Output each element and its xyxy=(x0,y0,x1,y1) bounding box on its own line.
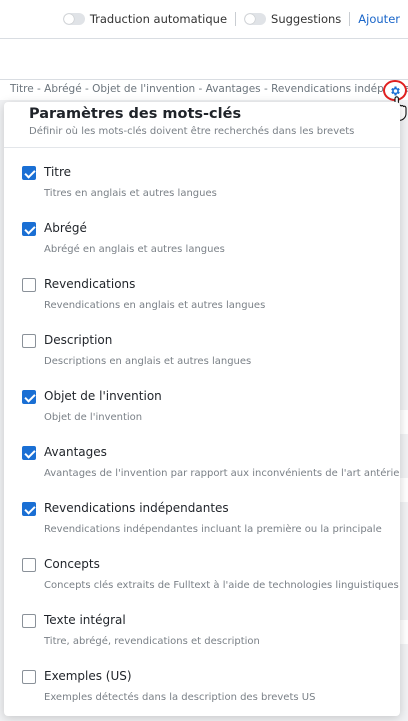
panel-subtitle: Définir où les mots-clés doivent être re… xyxy=(29,126,355,137)
option-label: Abrégé xyxy=(44,221,87,235)
divider xyxy=(235,12,237,26)
keyword-settings-panel: Paramètres des mots-clés Définir où les … xyxy=(4,102,400,716)
option-label: Description xyxy=(44,333,113,347)
option-advantages[interactable]: Avantages Avantages de l'invention par r… xyxy=(4,442,400,498)
option-description: Revendications en anglais et autres lang… xyxy=(44,300,266,311)
option-concepts[interactable]: Concepts Concepts clés extraits de Fullt… xyxy=(4,554,400,610)
option-label: Exemples (US) xyxy=(44,669,132,683)
option-claims[interactable]: Revendications Revendications en anglais… xyxy=(4,274,400,330)
checkbox[interactable] xyxy=(22,614,36,628)
suggestions-switch[interactable] xyxy=(244,13,267,25)
option-description: Descriptions en anglais et autres langue… xyxy=(44,356,252,367)
option-description: Titres en anglais et autres langues xyxy=(44,188,217,199)
checkbox[interactable] xyxy=(22,446,36,460)
option-label: Revendications indépendantes xyxy=(44,501,229,515)
option-title[interactable]: Titre Titres en anglais et autres langue… xyxy=(4,162,400,218)
option-description: Avantages de l'invention par rapport aux… xyxy=(44,468,400,479)
search-options-bar: Traduction automatique Suggestions Ajout… xyxy=(0,0,408,38)
option-examples-us[interactable]: Exemples (US) Exemples détectés dans la … xyxy=(4,666,400,716)
keyword-fields-summary: Titre - Abrégé - Objet de l'invention - … xyxy=(0,80,408,100)
translation-switch[interactable] xyxy=(62,13,85,25)
option-description: Titre, abrégé, revendications et descrip… xyxy=(44,636,260,647)
field-options-list: Titre Titres en anglais et autres langue… xyxy=(4,148,400,716)
checkbox[interactable] xyxy=(22,334,36,348)
checkbox[interactable] xyxy=(22,390,36,404)
checkbox[interactable] xyxy=(22,670,36,684)
option-object-of-invention[interactable]: Objet de l'invention Objet de l'inventio… xyxy=(4,386,400,442)
option-label: Titre xyxy=(44,165,72,179)
option-label: Avantages xyxy=(44,445,107,459)
suggestions-toggle[interactable]: Suggestions xyxy=(244,12,341,26)
panel-header: Paramètres des mots-clés Définir où les … xyxy=(4,102,400,148)
option-label: Texte intégral xyxy=(44,613,126,627)
panel-title: Paramètres des mots-clés xyxy=(29,106,242,122)
keyword-settings-screen: Traduction automatique Suggestions Ajout… xyxy=(0,0,408,721)
add-link[interactable]: Ajouter xyxy=(358,12,400,26)
checkbox[interactable] xyxy=(22,502,36,516)
translation-toggle-label: Traduction automatique xyxy=(89,12,228,26)
option-label: Objet de l'invention xyxy=(44,389,162,403)
option-abstract[interactable]: Abrégé Abrégé en anglais et autres langu… xyxy=(4,218,400,274)
option-description: Abrégé en anglais et autres langues xyxy=(44,244,225,255)
gear-icon xyxy=(391,86,400,95)
option-description: Objet de l'invention xyxy=(44,412,143,423)
checkbox[interactable] xyxy=(22,558,36,572)
option-description: Concepts clés extraits de Fulltext à l'a… xyxy=(44,580,399,591)
translation-toggle[interactable]: Traduction automatique xyxy=(62,12,228,26)
checkbox[interactable] xyxy=(22,278,36,292)
option-label: Revendications xyxy=(44,277,136,291)
option-independent-claims[interactable]: Revendications indépendantes Revendicati… xyxy=(4,498,400,554)
suggestions-toggle-label: Suggestions xyxy=(271,12,342,26)
keyword-input-area[interactable] xyxy=(0,38,408,80)
divider xyxy=(349,12,351,26)
option-label: Concepts xyxy=(44,557,100,571)
option-description[interactable]: Description Descriptions en anglais et a… xyxy=(4,330,400,386)
checkbox[interactable] xyxy=(22,222,36,236)
option-full-text[interactable]: Texte intégral Titre, abrégé, revendicat… xyxy=(4,610,400,666)
checkbox[interactable] xyxy=(22,166,36,180)
option-description: Exemples détectés dans la description de… xyxy=(44,692,316,703)
option-description: Revendications indépendantes incluant la… xyxy=(44,524,382,535)
